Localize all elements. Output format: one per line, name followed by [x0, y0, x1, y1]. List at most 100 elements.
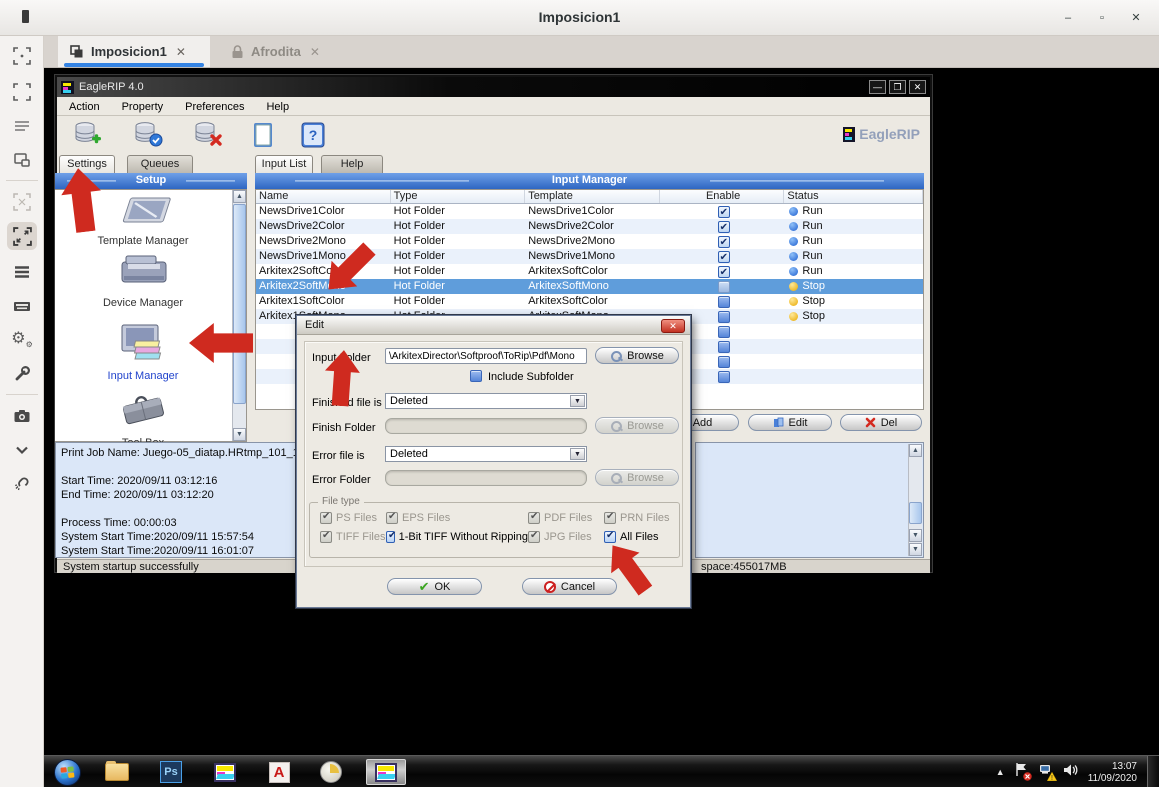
- column-header-type[interactable]: Type: [391, 190, 526, 203]
- file-explorer-icon[interactable]: [102, 759, 132, 785]
- preferences-icon[interactable]: ⚙⚙: [7, 326, 37, 354]
- table-row[interactable]: NewsDrive1ColorHot FolderNewsDrive1Color…: [256, 204, 923, 219]
- enable-checkbox[interactable]: [718, 311, 730, 323]
- tab-input-list[interactable]: Input List: [255, 155, 313, 173]
- network-status-icon[interactable]: !: [1038, 763, 1054, 782]
- enable-checkbox[interactable]: [718, 266, 730, 278]
- browse-input-folder-button[interactable]: Browse: [595, 347, 679, 364]
- menu-action[interactable]: Action: [69, 101, 100, 113]
- enable-checkbox[interactable]: [718, 326, 730, 338]
- scrollbar-thumb[interactable]: [909, 502, 922, 524]
- checkbox[interactable]: [386, 531, 395, 543]
- tab-help[interactable]: Help: [321, 155, 383, 173]
- tools-icon[interactable]: [7, 360, 37, 388]
- scale-quality-icon[interactable]: [7, 222, 37, 250]
- enable-job-icon[interactable]: [133, 120, 163, 155]
- minimize-icon[interactable]: —: [869, 80, 886, 94]
- dialog-titlebar[interactable]: Edit: [297, 316, 690, 335]
- enable-checkbox[interactable]: [718, 221, 730, 233]
- eaglerip-titlebar[interactable]: EagleRIP 4.0 — ❐ ✕: [57, 77, 930, 97]
- clock-app-icon[interactable]: [316, 759, 346, 785]
- edit-icon: [773, 417, 784, 428]
- eaglerip-taskbar-icon[interactable]: [210, 759, 240, 785]
- tray-expand-icon[interactable]: ▲: [996, 767, 1005, 777]
- close-icon[interactable]: ✕: [1125, 8, 1147, 28]
- scaled-mode-icon[interactable]: [7, 188, 37, 216]
- table-row[interactable]: Arkitex1SoftColorHot FolderArkitexSoftCo…: [256, 294, 923, 309]
- log-scrollbar[interactable]: ▲ ▼ ▼: [908, 444, 922, 556]
- delete-job-icon[interactable]: [193, 120, 223, 155]
- setup-item-device-manager[interactable]: Device Manager: [55, 250, 231, 309]
- input-folder-field[interactable]: \ArkitexDirector\Softproof\ToRip\Pdf\Mon…: [385, 348, 587, 364]
- menu-preferences[interactable]: Preferences: [185, 101, 244, 113]
- setup-scrollbar[interactable]: ▲ ▼: [232, 190, 246, 441]
- close-icon[interactable]: ✕: [909, 80, 926, 94]
- edit-button[interactable]: Edit: [748, 414, 832, 431]
- eaglerip-active-task-button[interactable]: [366, 759, 406, 785]
- volume-icon[interactable]: [1063, 763, 1079, 782]
- screenshot-icon[interactable]: [7, 402, 37, 430]
- minimize-toolbar-icon[interactable]: [7, 436, 37, 464]
- enable-checkbox[interactable]: [718, 356, 730, 368]
- column-header-enable[interactable]: Enable: [660, 190, 785, 203]
- acrobat-icon[interactable]: A: [264, 759, 294, 785]
- multi-monitor-icon[interactable]: [7, 112, 37, 140]
- include-subfolder-checkbox[interactable]: [470, 370, 482, 382]
- setup-item-tool-box[interactable]: Tool Box: [55, 388, 231, 449]
- job-list-icon[interactable]: [249, 121, 277, 154]
- dynamic-resolution-icon[interactable]: [7, 146, 37, 174]
- del-button[interactable]: Del: [840, 414, 922, 431]
- tab-close-icon[interactable]: ✕: [310, 45, 320, 59]
- minimize-icon[interactable]: –: [1057, 8, 1079, 28]
- column-header-name[interactable]: Name: [256, 190, 391, 203]
- help-icon[interactable]: ?: [299, 121, 327, 154]
- tab-close-icon[interactable]: ✕: [176, 45, 186, 59]
- enable-checkbox[interactable]: [718, 371, 730, 383]
- column-header-template[interactable]: Template: [525, 190, 660, 203]
- checkbox[interactable]: [604, 531, 616, 543]
- enable-checkbox[interactable]: [718, 251, 730, 263]
- keyboard-grab-icon[interactable]: [7, 292, 37, 320]
- start-button[interactable]: [52, 759, 82, 785]
- taskbar: Ps A ▲ ! 13:07 11/09/2020: [44, 755, 1159, 787]
- tab-afrodita[interactable]: Afrodita ✕: [219, 36, 339, 67]
- add-job-icon[interactable]: [73, 120, 103, 155]
- error-file-select[interactable]: Deleted ▼: [385, 446, 587, 462]
- dialog-close-icon[interactable]: ✕: [661, 319, 685, 333]
- chevron-down-icon[interactable]: ▼: [570, 448, 585, 460]
- resize-window-icon[interactable]: [7, 42, 37, 70]
- chevron-down-icon[interactable]: ▼: [570, 395, 585, 407]
- ok-button[interactable]: ✔ OK: [387, 578, 482, 595]
- tray-clock[interactable]: 13:07 11/09/2020: [1088, 759, 1137, 785]
- disconnect-icon[interactable]: [7, 470, 37, 498]
- show-desktop-button[interactable]: [1147, 756, 1159, 787]
- enable-checkbox[interactable]: [718, 341, 730, 353]
- cancel-button[interactable]: Cancel: [522, 578, 617, 595]
- scroll-down-icon[interactable]: ▼: [909, 543, 922, 556]
- menu-help[interactable]: Help: [266, 101, 289, 113]
- action-center-icon[interactable]: [1014, 762, 1029, 782]
- maximize-icon[interactable]: ❐: [889, 80, 906, 94]
- enable-checkbox[interactable]: [718, 281, 730, 293]
- column-header-status[interactable]: Status: [784, 190, 923, 203]
- tab-queues[interactable]: Queues: [127, 155, 193, 173]
- tab-imposicion1[interactable]: Imposicion1 ✕: [58, 36, 210, 67]
- fullscreen-icon[interactable]: [7, 78, 37, 106]
- scrollbar-thumb[interactable]: [233, 204, 246, 404]
- scroll-down-icon[interactable]: ▼: [909, 529, 922, 542]
- scroll-down-icon[interactable]: ▼: [233, 428, 246, 441]
- filetype-all-files[interactable]: All Files: [604, 531, 675, 543]
- cell-name: NewsDrive2Color: [256, 219, 391, 234]
- filetype-1-bit-tiff-without-ripping[interactable]: 1-Bit TIFF Without Ripping: [386, 531, 528, 543]
- photoshop-icon[interactable]: Ps: [156, 759, 186, 785]
- scroll-up-icon[interactable]: ▲: [909, 444, 922, 457]
- enable-checkbox[interactable]: [718, 236, 730, 248]
- maximize-icon[interactable]: ▫: [1091, 8, 1113, 28]
- menu-property[interactable]: Property: [122, 101, 164, 113]
- scroll-up-icon[interactable]: ▲: [233, 190, 246, 203]
- menu-icon[interactable]: [7, 258, 37, 286]
- finished-file-select[interactable]: Deleted ▼: [385, 393, 587, 409]
- enable-checkbox[interactable]: [718, 296, 730, 308]
- table-row[interactable]: NewsDrive2ColorHot FolderNewsDrive2Color…: [256, 219, 923, 234]
- enable-checkbox[interactable]: [718, 206, 730, 218]
